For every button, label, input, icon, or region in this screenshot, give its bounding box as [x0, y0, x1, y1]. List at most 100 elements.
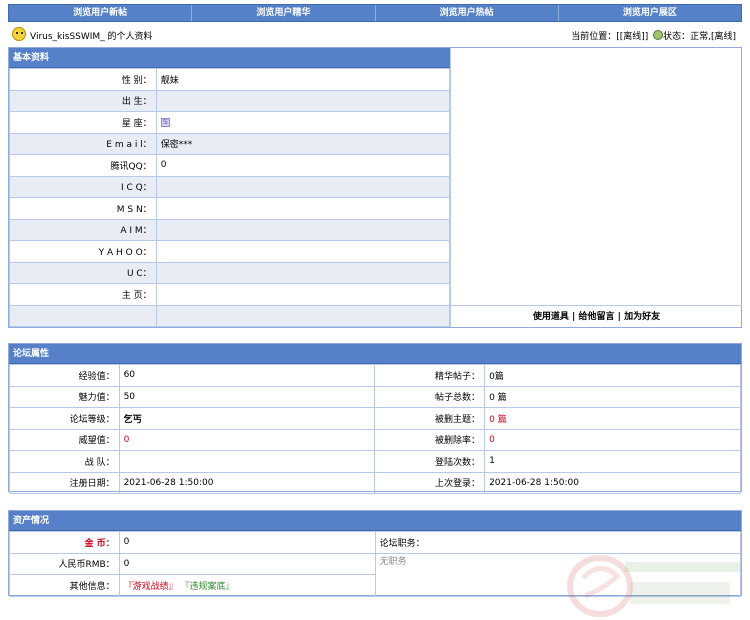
smiley-icon	[12, 27, 26, 41]
email-value: 保密***	[155, 132, 451, 155]
separator: |	[617, 312, 621, 322]
register-date-label: 注册日期：	[9, 471, 120, 494]
posts-total-value: 0 篇	[484, 385, 741, 408]
team-label: 战 队：	[9, 450, 120, 473]
current-location: 当前位置：[[离线]]	[571, 32, 649, 42]
basic-info-table: 性 别： 靓妹 出 生： 星 座： ♋ E m a i l： 保密*** 腾讯Q…	[9, 68, 451, 327]
login-count-value: 1	[484, 450, 741, 473]
deletion-rate-value: 0	[484, 428, 741, 451]
assets-panel: 资产情况 金 币： 0 论坛职务： 人民币RMB： 0 无职务 其他信息： 『游…	[8, 510, 742, 597]
aim-label: A I M：	[9, 218, 157, 241]
deleted-topics-value: 0 篇	[484, 407, 741, 430]
email-label: E m a i l：	[9, 132, 157, 155]
user-status: 状态：正常,[离线]	[663, 32, 736, 42]
tab-new-posts[interactable]: 浏览用户新帖	[9, 5, 193, 21]
uc-value	[155, 261, 451, 284]
violation-record-link[interactable]: 『违规案底』	[181, 582, 235, 592]
birthday-value	[155, 89, 451, 112]
row-charm: 魅力值： 50 帖子总数： 0 篇	[9, 385, 741, 408]
icq-value	[155, 175, 451, 198]
add-friend-link[interactable]: 加为好友	[624, 312, 660, 322]
level-value: 乞丐	[118, 407, 376, 430]
aim-value	[155, 218, 451, 241]
avatar-area: 使用道具 | 给他留言 | 加为好友	[450, 48, 742, 327]
row-team: 战 队： 登陆次数： 1	[9, 450, 741, 473]
other-info-value: 『游戏战绩』 『违规案底』	[118, 574, 376, 597]
row-email: E m a i l： 保密***	[9, 132, 451, 155]
icq-label: I C Q：	[9, 175, 157, 198]
row-qq: 腾讯QQ： 0	[9, 154, 451, 177]
deleted-topics-label: 被删主题：	[374, 407, 486, 430]
row-dates: 注册日期： 2021-06-28 1:50:00 上次登录： 2021-06-2…	[9, 471, 741, 494]
forum-attributes-table: 经验值： 60 精华帖子： 0篇 魅力值： 50 帖子总数： 0 篇 论坛等级：…	[9, 364, 741, 494]
row-yahoo: Y A H O O：	[9, 240, 451, 263]
row-uc: U C：	[9, 261, 451, 284]
tab-showcase[interactable]: 浏览用户展区	[559, 5, 741, 21]
last-login-value: 2021-06-28 1:50:00	[484, 471, 741, 494]
row-exp: 经验值： 60 精华帖子： 0篇	[9, 364, 741, 387]
uc-label: U C：	[9, 261, 157, 284]
empty-label	[9, 304, 157, 327]
other-info-label: 其他信息：	[9, 574, 120, 597]
profile-title-bar: Virus_kisSSWIM_ 的个人资料 当前位置：[[离线]] 状态：正常,…	[8, 24, 742, 46]
forum-duty-value: 无职务	[374, 552, 742, 597]
gender-value: 靓妹	[155, 68, 451, 91]
assets-header: 资产情况	[9, 511, 741, 531]
game-record-link[interactable]: 『游戏战绩』	[124, 582, 178, 592]
msn-label: M S N：	[9, 197, 157, 220]
basic-info-panel: 基本资料 性 别： 靓妹 出 生： 星 座： ♋ E m a i l： 保密**…	[8, 47, 742, 328]
yahoo-label: Y A H O O：	[9, 240, 157, 263]
coins-value: 0	[118, 531, 376, 554]
row-msn: M S N：	[9, 197, 451, 220]
forum-attributes-header: 论坛属性	[9, 344, 741, 364]
basic-info-left: 基本资料 性 别： 靓妹 出 生： 星 座： ♋ E m a i l： 保密**…	[9, 48, 451, 327]
birthday-label: 出 生：	[9, 89, 157, 112]
charm-value: 50	[118, 385, 376, 408]
coins-label: 金 币：	[9, 531, 120, 554]
forum-attributes-panel: 论坛属性 经验值： 60 精华帖子： 0篇 魅力值： 50 帖子总数： 0 篇 …	[8, 343, 742, 494]
assets-table: 金 币： 0 论坛职务： 人民币RMB： 0 无职务 其他信息： 『游戏战绩』 …	[9, 531, 742, 597]
profile-actions: 使用道具 | 给他留言 | 加为好友	[451, 305, 742, 327]
row-homepage: 主 页：	[9, 283, 451, 306]
empty-value	[155, 304, 451, 327]
row-empty	[9, 304, 451, 327]
yahoo-value	[155, 240, 451, 263]
homepage-value	[155, 283, 451, 306]
prestige-value: 0	[118, 428, 376, 451]
row-zodiac: 星 座： ♋	[9, 111, 451, 134]
basic-info-header: 基本资料	[9, 48, 450, 68]
online-status-icon	[653, 30, 664, 40]
zodiac-label: 星 座：	[9, 111, 157, 134]
use-item-link[interactable]: 使用道具	[533, 312, 569, 322]
rmb-value: 0	[118, 552, 376, 575]
row-prestige: 威望值： 0 被删除率： 0	[9, 428, 741, 451]
charm-label: 魅力值：	[9, 385, 120, 408]
posts-total-label: 帖子总数：	[374, 385, 486, 408]
profile-title: Virus_kisSSWIM_ 的个人资料	[30, 32, 153, 42]
featured-value: 0篇	[484, 364, 741, 387]
row-gender: 性 别： 靓妹	[9, 68, 451, 91]
row-icq: I C Q：	[9, 175, 451, 198]
location-status: 当前位置：[[离线]] 状态：正常,[离线]	[571, 29, 736, 42]
zodiac-value: ♋	[155, 111, 451, 134]
homepage-label: 主 页：	[9, 283, 157, 306]
level-label: 论坛等级：	[9, 407, 120, 430]
qq-value: 0	[155, 154, 451, 177]
row-coins: 金 币： 0 论坛职务：	[9, 531, 742, 554]
row-rmb: 人民币RMB： 0 无职务	[9, 552, 742, 597]
zodiac-sign-icon: ♋	[160, 118, 170, 128]
user-browse-nav: 浏览用户新帖 浏览用户精华 浏览用户热帖 浏览用户展区	[8, 4, 742, 22]
rmb-label: 人民币RMB：	[9, 552, 120, 575]
row-level: 论坛等级： 乞丐 被删主题： 0 篇	[9, 407, 741, 430]
featured-label: 精华帖子：	[374, 364, 486, 387]
forum-duty-label: 论坛职务：	[374, 531, 742, 554]
tab-featured-posts[interactable]: 浏览用户精华	[192, 5, 376, 21]
team-value	[118, 450, 376, 473]
exp-value: 60	[118, 364, 376, 387]
tab-hot-posts[interactable]: 浏览用户热帖	[376, 5, 559, 21]
row-aim: A I M：	[9, 218, 451, 241]
separator: |	[572, 312, 576, 322]
login-count-label: 登陆次数：	[374, 450, 486, 473]
gender-label: 性 别：	[9, 68, 157, 91]
leave-message-link[interactable]: 给他留言	[578, 312, 614, 322]
